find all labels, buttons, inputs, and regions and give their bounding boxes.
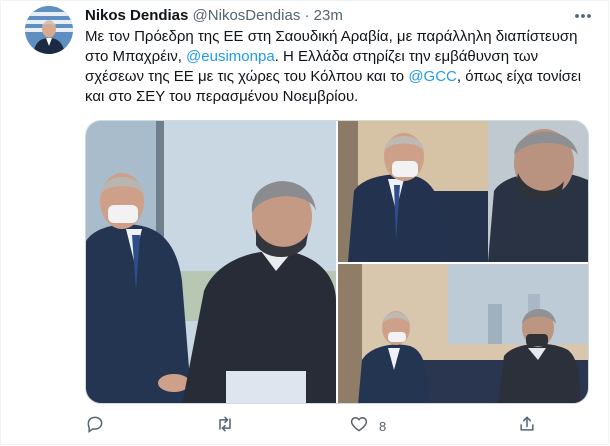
mention-gcc[interactable]: @GCC xyxy=(408,68,457,85)
like-icon xyxy=(349,414,369,439)
tweet-text-5: , όπως είχα τονίσει xyxy=(456,68,582,85)
retweet-icon xyxy=(215,414,235,439)
like-count: 8 xyxy=(379,418,387,434)
share-button[interactable] xyxy=(517,413,547,439)
tweet-text-6: και στο ΣΕΥ του περασμένου Νοεμβρίου. xyxy=(85,88,359,105)
photo-3[interactable] xyxy=(338,264,588,403)
like-button[interactable]: 8 xyxy=(349,413,386,439)
separator: · xyxy=(304,7,310,24)
action-bar: 8 xyxy=(85,413,541,439)
author-handle[interactable]: @NikosDendias xyxy=(193,7,301,24)
tweet-text-3: . Η Ελλάδα στηρίζει την εμβάθυνση των xyxy=(274,48,539,65)
retweet-button[interactable] xyxy=(215,413,245,439)
share-icon xyxy=(517,414,537,439)
tweet-text: Με τον Πρόεδρη της ΕΕ στη Σαουδική Αραβί… xyxy=(85,27,595,107)
photo-2[interactable] xyxy=(338,121,588,262)
reply-button[interactable] xyxy=(85,413,115,439)
tweet-time[interactable]: 23m xyxy=(314,7,343,24)
photo-1[interactable] xyxy=(86,121,336,403)
tweet-text-4: σχέσεων της ΕΕ με τις χώρες του Κόλπου κ… xyxy=(85,68,409,85)
media-grid xyxy=(85,120,589,404)
tweet-card[interactable]: Nikos Dendias @NikosDendias · 23m Με τον… xyxy=(0,0,609,445)
tweet-text-1: Με τον Πρόεδρη της ΕΕ στη Σαουδική Αραβί… xyxy=(85,28,578,45)
author-name[interactable]: Nikos Dendias xyxy=(85,7,188,24)
more-icon[interactable] xyxy=(572,7,594,25)
tweet-text-2: στο Μπαχρέιν, xyxy=(85,48,187,65)
tweet-header: Nikos Dendias @NikosDendias · 23m xyxy=(85,6,343,26)
mention-eusimonpa[interactable]: @eusimonpa xyxy=(186,48,275,65)
avatar[interactable] xyxy=(25,6,73,54)
reply-icon xyxy=(85,414,105,439)
